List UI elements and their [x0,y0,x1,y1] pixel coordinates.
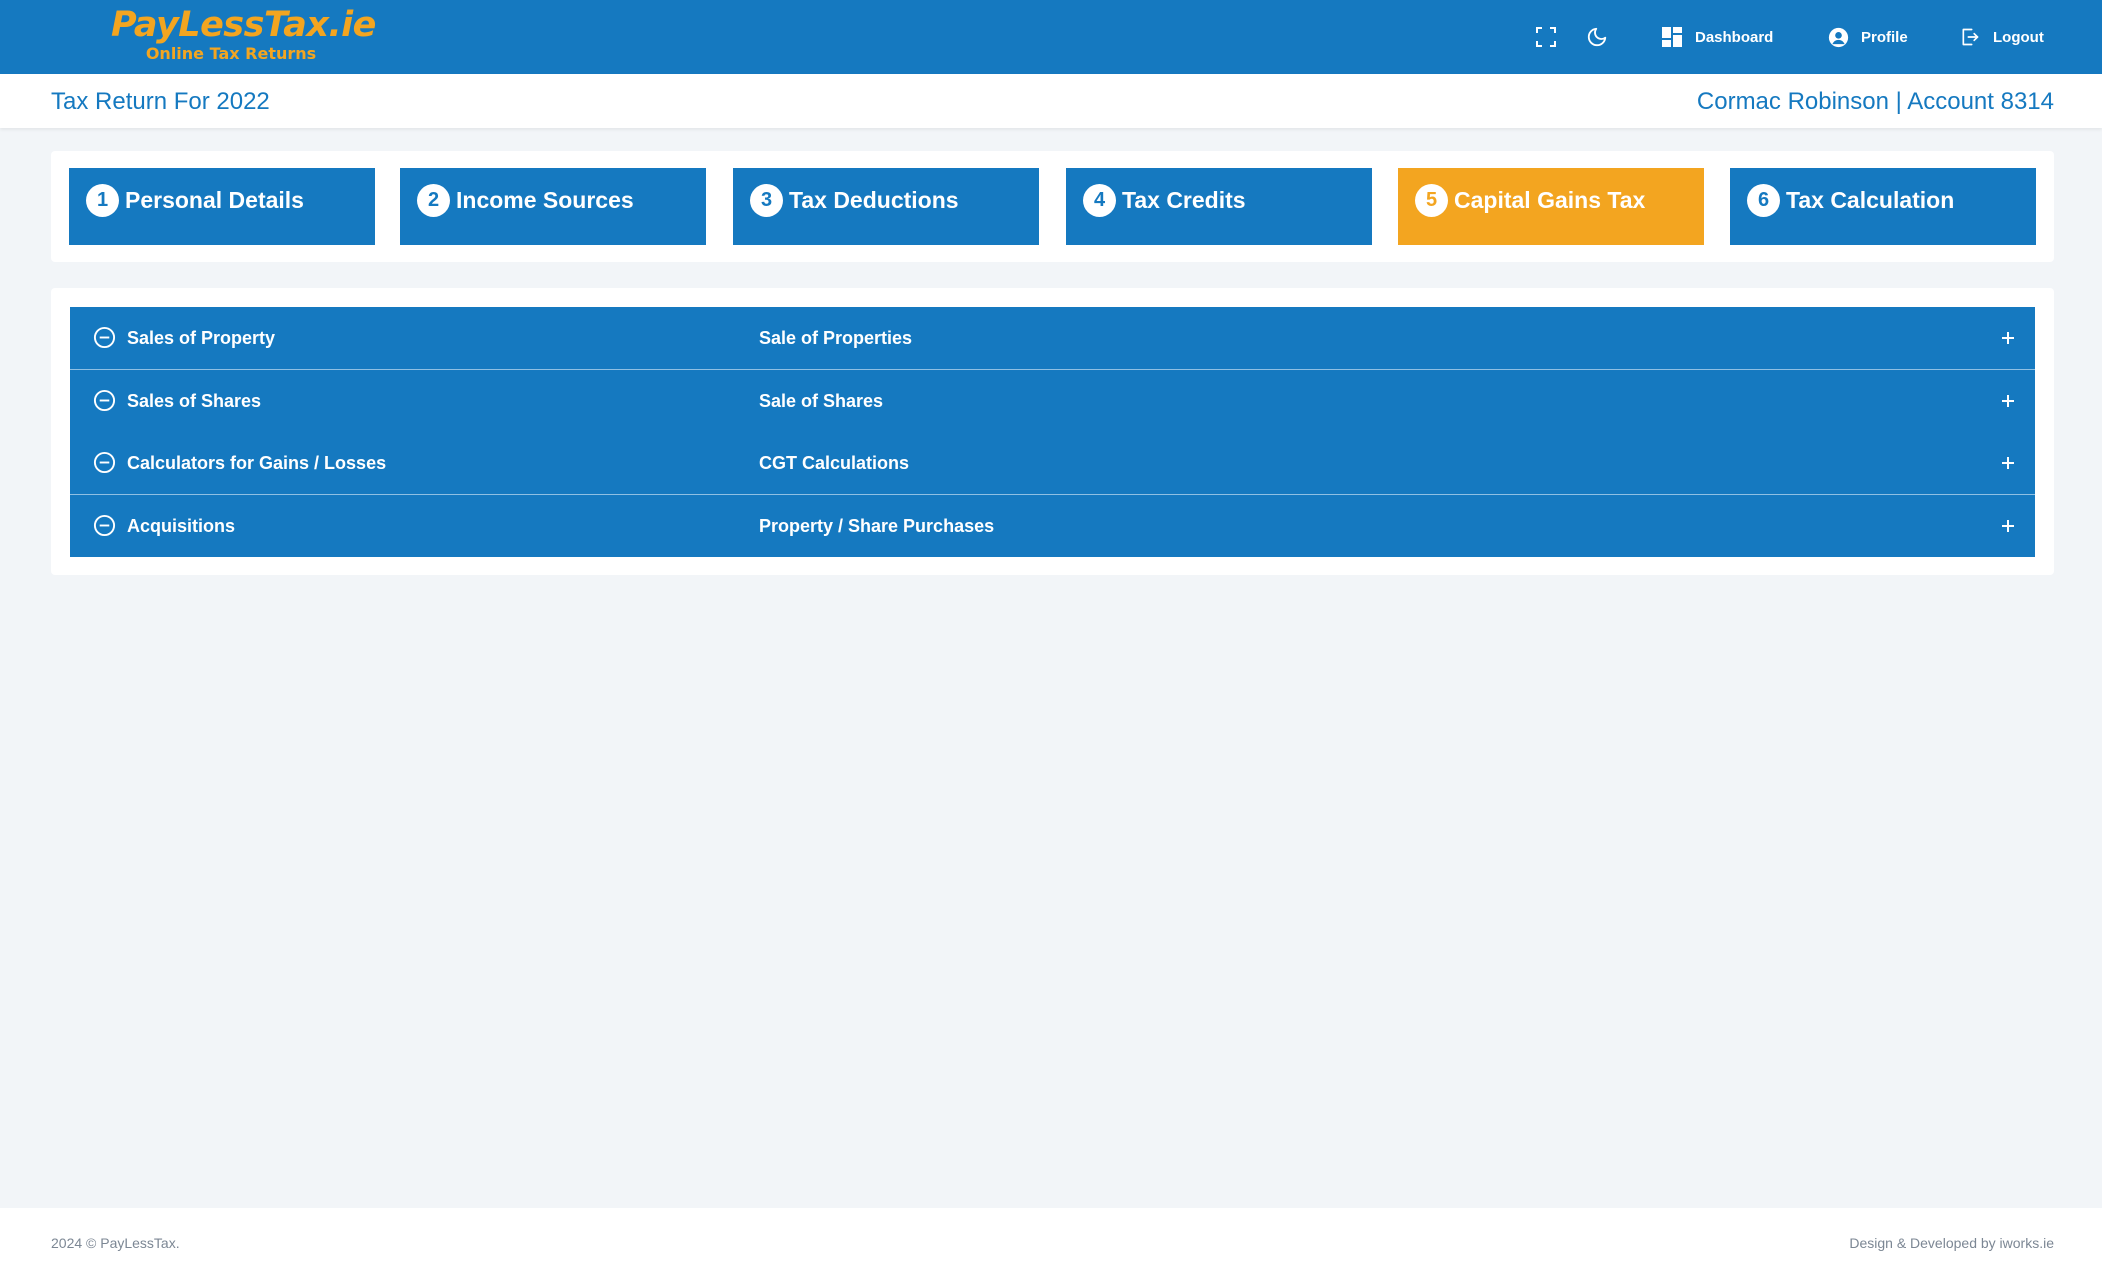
plus-icon[interactable] [1999,454,2017,472]
nav-profile[interactable]: Profile [1827,20,1908,54]
cgt-sections-card: Sales of Property Sale of Properties Sal… [51,288,2054,575]
page-subheader: Tax Return For 2022 Cormac Robinson | Ac… [0,74,2102,128]
step-number: 6 [1747,184,1780,217]
section-acquisitions[interactable]: Acquisitions Property / Share Purchases [70,495,2035,557]
section-sales-of-property[interactable]: Sales of Property Sale of Properties [70,307,2035,369]
step-capital-gains-tax[interactable]: 5 Capital Gains Tax [1398,168,1704,245]
step-number: 4 [1083,184,1116,217]
page-footer: 2024 © PayLessTax. Design & Developed by… [0,1208,2102,1272]
section-label: Sales of Property [127,328,276,348]
nav-logout-label: Logout [1993,28,2044,46]
moon-icon[interactable] [1580,20,1614,54]
step-label: Tax Deductions [789,187,959,213]
section-description: Sale of Properties [759,328,913,348]
step-label: Personal Details [125,187,304,213]
nav-profile-label: Profile [1861,28,1908,46]
minus-circle-icon [93,389,116,412]
section-label: Acquisitions [127,516,236,536]
steps-wizard: 1 Personal Details 2 Income Sources 3 Ta… [51,151,2054,262]
minus-circle-icon [93,326,116,349]
section-sales-of-shares[interactable]: Sales of Shares Sale of Shares [70,370,2035,432]
step-number: 2 [417,184,450,217]
nav-dashboard-label: Dashboard [1695,28,1774,46]
step-label: Tax Calculation [1786,187,1955,213]
brand-name: PayLessTax.ie [111,5,376,45]
minus-circle-icon [93,514,116,537]
section-description: Sale of Shares [759,391,884,411]
user-circle-icon [1827,26,1849,48]
step-label: Income Sources [456,187,634,213]
step-tax-credits[interactable]: 4 Tax Credits [1066,168,1372,245]
footer-copyright: 2024 © PayLessTax. [51,1235,180,1251]
step-tax-calculation[interactable]: 6 Tax Calculation [1730,168,2036,245]
section-description: Property / Share Purchases [759,516,995,536]
plus-icon[interactable] [1999,329,2017,347]
minus-circle-icon [93,451,116,474]
step-number: 3 [750,184,783,217]
page-title: Tax Return For 2022 [51,88,270,115]
section-description: CGT Calculations [759,453,910,473]
nav-dashboard[interactable]: Dashboard [1661,20,1773,54]
step-income-sources[interactable]: 2 Income Sources [400,168,706,245]
top-navbar: PayLessTax.ie Online Tax Returns Dashboa… [0,0,2102,74]
plus-icon[interactable] [1999,392,2017,410]
nav-logout[interactable]: Logout [1959,20,2044,54]
logout-icon [1959,26,1981,48]
footer-credit[interactable]: Design & Developed by iworks.ie [1849,1235,2054,1251]
step-personal-details[interactable]: 1 Personal Details [69,168,375,245]
step-tax-deductions[interactable]: 3 Tax Deductions [733,168,1039,245]
section-label: Sales of Shares [127,391,262,411]
step-number: 1 [86,184,119,217]
plus-icon[interactable] [1999,517,2017,535]
dashboard-icon [1661,26,1683,48]
step-label: Tax Credits [1122,187,1246,213]
brand-tagline: Online Tax Returns [145,44,317,63]
step-number: 5 [1415,184,1448,217]
account-info: Cormac Robinson | Account 8314 [1696,88,2054,115]
step-label: Capital Gains Tax [1454,187,1646,213]
brand-logo[interactable]: PayLessTax.ie Online Tax Returns [111,5,376,63]
section-label: Calculators for Gains / Losses [127,453,387,473]
section-calculators-gains-losses[interactable]: Calculators for Gains / Losses CGT Calcu… [70,432,2035,494]
fullscreen-icon[interactable] [1529,20,1563,54]
